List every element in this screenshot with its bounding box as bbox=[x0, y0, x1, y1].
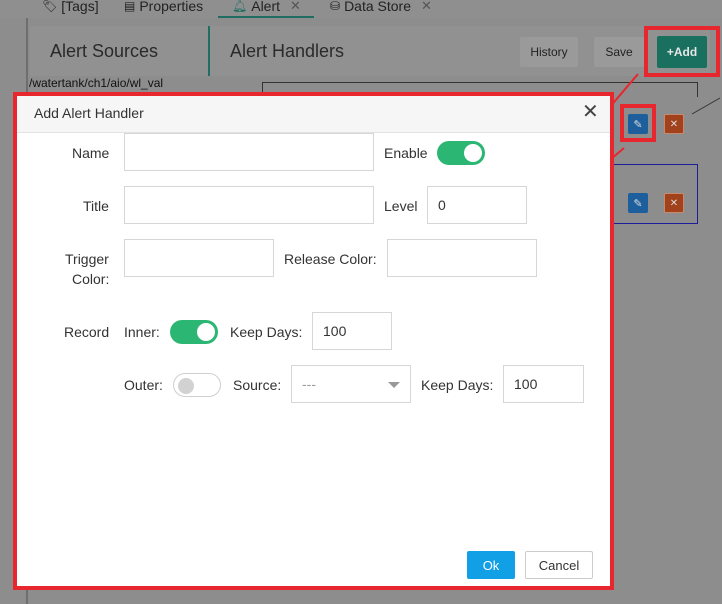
release-color-input[interactable] bbox=[387, 239, 537, 277]
connector-line bbox=[691, 97, 721, 115]
tab-data-store[interactable]: ⛁ Data Store ✕ bbox=[330, 0, 432, 16]
close-tab-icon[interactable]: ✕ bbox=[290, 0, 301, 14]
inner-keep-days-input[interactable]: 100 bbox=[312, 312, 392, 350]
history-button[interactable]: History bbox=[520, 37, 578, 67]
trigger-color-label-line1: Trigger bbox=[65, 251, 109, 267]
tab-label: [Tags] bbox=[61, 0, 99, 14]
title-label: Title bbox=[83, 198, 109, 214]
alert-sources-header: Alert Sources bbox=[30, 26, 208, 76]
inner-record-toggle[interactable] bbox=[170, 320, 218, 344]
alert-sources-title: Alert Sources bbox=[50, 40, 159, 61]
record-label: Record bbox=[64, 324, 110, 340]
tab-properties[interactable]: ▤ Properties bbox=[124, 0, 203, 16]
inner-keep-days-label: Keep Days: bbox=[230, 324, 303, 340]
save-button-label: Save bbox=[605, 45, 633, 59]
bell-icon: 🔔︎ bbox=[232, 0, 248, 13]
level-input[interactable]: 0 bbox=[427, 186, 527, 224]
toggle-knob bbox=[197, 323, 215, 341]
delete-icon: ✕ bbox=[669, 118, 679, 130]
level-label: Level bbox=[384, 198, 418, 214]
tab-alert[interactable]: 🔔︎ Alert ✕ bbox=[232, 0, 301, 16]
dialog-title: Add Alert Handler bbox=[34, 105, 144, 121]
title-input[interactable] bbox=[124, 186, 374, 224]
source-label: Source: bbox=[233, 377, 282, 393]
add-alert-handler-dialog: Add Alert Handler ✕ Name Enable Title Le… bbox=[16, 96, 610, 587]
delete-icon: ✕ bbox=[669, 197, 679, 209]
delete-button[interactable]: ✕ bbox=[664, 193, 684, 213]
save-button[interactable]: Save bbox=[594, 37, 644, 67]
outer-label: Outer: bbox=[124, 377, 163, 393]
outer-keep-days-input[interactable]: 100 bbox=[503, 365, 584, 403]
tab-label: Alert bbox=[251, 0, 281, 14]
add-button[interactable]: +Add bbox=[657, 36, 707, 68]
properties-icon: ▤ bbox=[124, 0, 136, 13]
chevron-down-icon bbox=[388, 382, 400, 388]
pencil-icon: ✎ bbox=[633, 197, 643, 210]
edit-button[interactable]: ✎ bbox=[628, 193, 648, 213]
add-button-label: +Add bbox=[666, 45, 698, 59]
enable-toggle[interactable] bbox=[437, 141, 485, 165]
cancel-button-label: Cancel bbox=[538, 557, 580, 573]
source-path: /watertank/ch1/aio/wl_val bbox=[29, 76, 164, 90]
tab-label: Data Store bbox=[344, 0, 411, 14]
tags-icon: 🏷︎ bbox=[42, 0, 58, 13]
outer-keep-days-label: Keep Days: bbox=[421, 377, 494, 393]
active-tab-indicator bbox=[218, 16, 314, 18]
release-color-label: Release Color: bbox=[284, 251, 377, 267]
tab-label: Properties bbox=[139, 0, 204, 14]
name-label: Name bbox=[72, 145, 110, 161]
toggle-knob bbox=[178, 378, 194, 394]
database-icon: ⛁ bbox=[330, 0, 341, 13]
history-button-label: History bbox=[530, 45, 568, 59]
source-select[interactable]: --- bbox=[291, 365, 411, 403]
close-tab-icon[interactable]: ✕ bbox=[421, 0, 432, 14]
trigger-color-label-line2: Color: bbox=[72, 271, 110, 287]
outer-record-toggle[interactable] bbox=[173, 373, 221, 397]
ok-button[interactable]: Ok bbox=[467, 551, 515, 579]
source-select-value: --- bbox=[302, 376, 316, 392]
cancel-button[interactable]: Cancel bbox=[525, 551, 593, 579]
enable-label: Enable bbox=[384, 145, 428, 161]
ok-button-label: Ok bbox=[482, 557, 500, 573]
tab-tags[interactable]: 🏷︎ [Tags] bbox=[42, 0, 99, 16]
name-input[interactable] bbox=[124, 133, 374, 171]
dialog-header: Add Alert Handler ✕ bbox=[16, 96, 610, 133]
alert-handlers-title: Alert Handlers bbox=[230, 40, 345, 61]
close-icon[interactable]: ✕ bbox=[582, 102, 599, 122]
toggle-knob bbox=[464, 144, 482, 162]
inner-label: Inner: bbox=[124, 324, 160, 340]
delete-button[interactable]: ✕ bbox=[664, 114, 684, 134]
trigger-color-input[interactable] bbox=[124, 239, 274, 277]
